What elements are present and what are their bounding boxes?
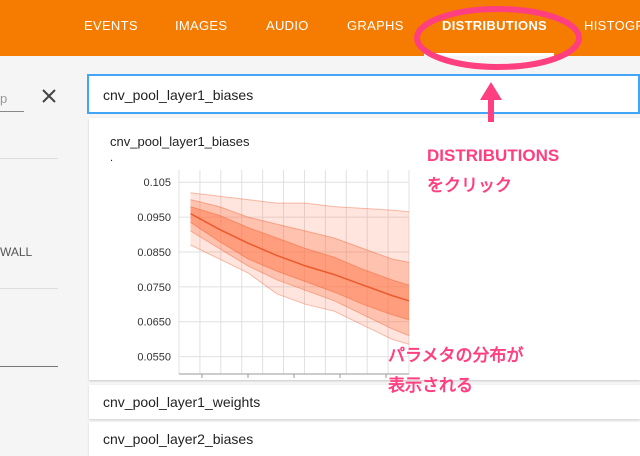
tab-events[interactable]: EVENTS [84,18,138,33]
tag-search-input[interactable]: cnv_pool_layer1_biases [87,74,640,114]
y-tick-label: 0.105 [143,177,171,189]
sidebar: p WALL [0,56,58,454]
y-tick-label: 0.0550 [137,352,171,364]
run-filter-input[interactable]: p [0,91,7,106]
annotation-line: 表示される [388,376,473,395]
tab-graphs[interactable]: GRAPHS [347,18,404,33]
list-item-layer2-biases[interactable]: cnv_pool_layer2_biases [89,422,640,456]
y-tick-label: 0.0950 [137,212,171,224]
annotation-line: DISTRIBUTIONS [427,146,560,165]
annotation-line: パラメタの分布が [388,346,524,365]
run-filter-underline [0,111,24,112]
sidebar-divider [0,158,58,159]
y-tick-label: 0.0650 [137,317,171,329]
tag-search-value: cnv_pool_layer1_biases [103,87,254,103]
top-app-bar: EVENTS IMAGES AUDIO GRAPHS DISTRIBUTIONS… [0,0,640,56]
y-tick-label: 0.0750 [137,282,171,294]
sidebar-input-underline [0,366,58,367]
sidebar-divider [0,288,58,289]
sidebar-label-wall[interactable]: WALL [0,245,32,259]
y-tick-label: 0.0850 [137,247,171,259]
tab-distributions[interactable]: DISTRIBUTIONS [442,18,547,33]
tab-images[interactable]: IMAGES [175,18,227,33]
main-panel: cnv_pool_layer1_biases cnv_pool_layer1_b… [87,56,640,456]
annotation-distributions-note: DISTRIBUTIONS をクリック [427,141,559,201]
list-item-weights[interactable]: cnv_pool_layer1_weights [89,385,640,419]
tab-histograms[interactable]: HISTOGR [584,18,640,33]
annotation-line: をクリック [427,176,512,195]
close-icon[interactable] [40,87,58,105]
annotation-chart-note: パラメタの分布が 表示される [388,341,524,401]
tab-audio[interactable]: AUDIO [266,18,309,33]
